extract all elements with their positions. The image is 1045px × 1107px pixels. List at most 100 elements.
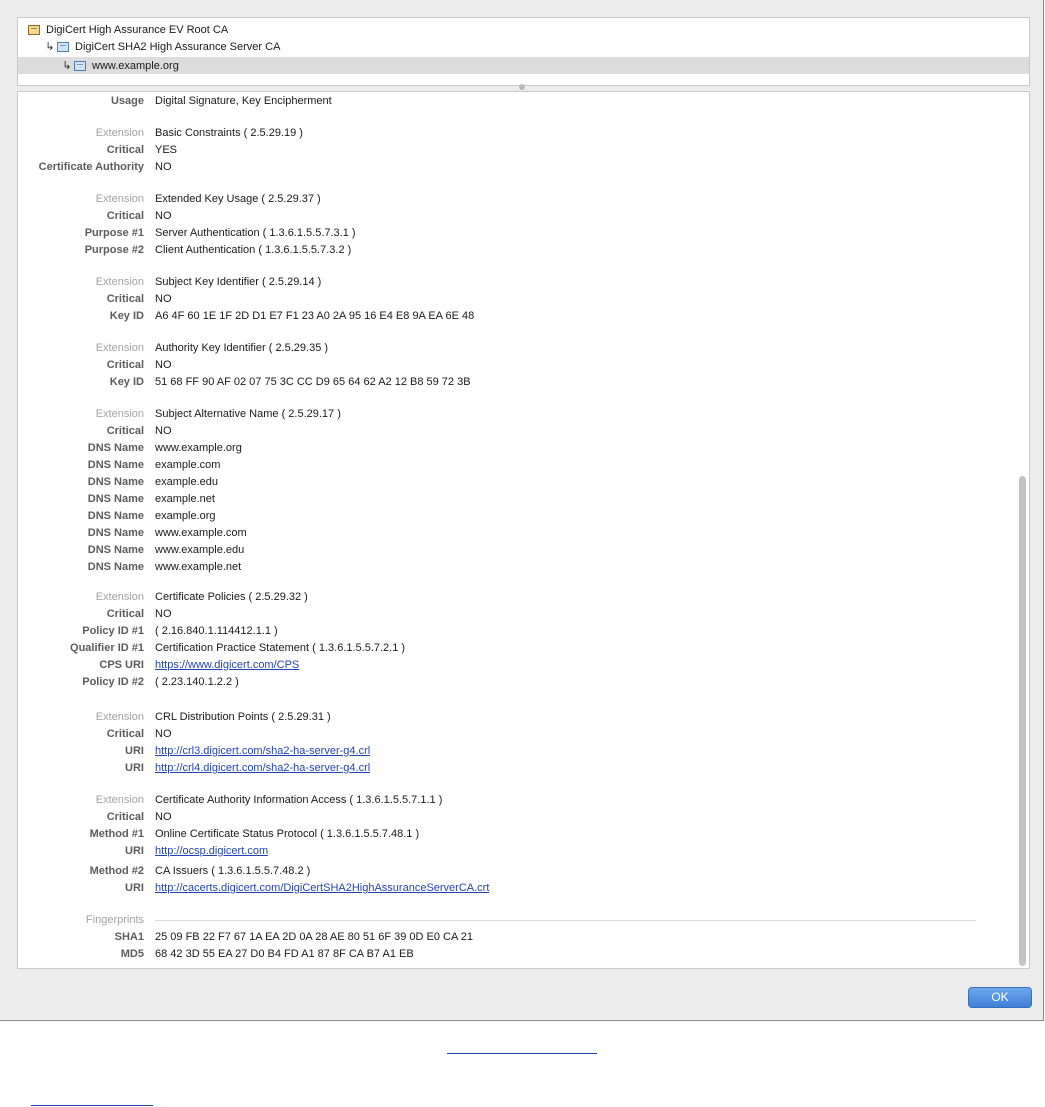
field-value: 25 09 FB 22 F7 67 1A EA 2D 0A 28 AE 80 5… xyxy=(155,931,473,943)
intermediate-cert-icon xyxy=(57,41,69,52)
field-value: A6 4F 60 1E 1F 2D D1 E7 F1 23 A0 2A 95 1… xyxy=(155,310,475,322)
detail-row: Critical NO xyxy=(18,726,998,742)
leaf-cert-icon xyxy=(74,60,86,71)
field-label: Extension xyxy=(95,711,144,723)
page-link-underline xyxy=(447,1053,597,1054)
field-value: NO xyxy=(155,811,172,823)
field-label: Critical xyxy=(106,728,144,740)
field-value: 68 42 3D 55 EA 27 D0 B4 FD A1 87 8F CA B… xyxy=(155,948,414,960)
field-label: Critical xyxy=(106,144,144,156)
field-label: Extension xyxy=(95,408,144,420)
tree-item[interactable]: ↳ DigiCert SHA2 High Assurance Server CA xyxy=(18,38,1029,55)
detail-row: Key ID A6 4F 60 1E 1F 2D D1 E7 F1 23 A0 2… xyxy=(18,308,998,324)
tree-item[interactable]: DigiCert High Assurance EV Root CA xyxy=(18,21,1029,38)
detail-row: Purpose #2 Client Authentication ( 1.3.6.… xyxy=(18,242,998,258)
detail-row: CPS URI https://www.digicert.com/CPS xyxy=(18,657,998,673)
field-value: NO xyxy=(155,293,172,305)
field-value: www.example.com xyxy=(155,527,247,539)
field-value: Certificate Authority Information Access… xyxy=(155,794,443,806)
field-label: Extension xyxy=(95,127,144,139)
detail-row: URI http://ocsp.digicert.com xyxy=(18,843,998,859)
detail-row: Extension Certificate Policies ( 2.5.29.3… xyxy=(18,589,998,605)
detail-row: Policy ID #1 ( 2.16.840.1.114412.1.1 ) xyxy=(18,623,998,639)
field-value: example.net xyxy=(155,493,215,505)
detail-row: DNS Name example.org xyxy=(18,508,998,524)
field-label: Critical xyxy=(106,210,144,222)
field-value: example.edu xyxy=(155,476,218,488)
detail-row: Critical NO xyxy=(18,423,998,439)
detail-row: Critical NO xyxy=(18,291,998,307)
tree-item-label: DigiCert High Assurance EV Root CA xyxy=(46,23,229,36)
detail-row: DNS Name www.example.com xyxy=(18,525,998,541)
ok-button[interactable]: OK xyxy=(968,987,1032,1008)
field-value: Client Authentication ( 1.3.6.1.5.5.7.3.… xyxy=(155,244,352,256)
field-value: CA Issuers ( 1.3.6.1.5.5.7.48.2 ) xyxy=(155,865,311,877)
detail-row: Extension Subject Alternative Name ( 2.5.… xyxy=(18,406,998,422)
field-value: NO xyxy=(155,161,172,173)
field-label: DNS Name xyxy=(87,544,144,556)
field-label: DNS Name xyxy=(87,476,144,488)
detail-row: Extension Extended Key Usage ( 2.5.29.37 … xyxy=(18,191,998,207)
field-label: Critical xyxy=(106,811,144,823)
detail-row: Critical NO xyxy=(18,357,998,373)
field-label: Method #1 xyxy=(89,828,144,840)
field-label: Critical xyxy=(106,293,144,305)
detail-row: DNS Name www.example.net xyxy=(18,559,998,575)
certificate-details-pane: Usage Digital Signature, Key Encipherment… xyxy=(17,91,1030,969)
fingerprints-divider xyxy=(155,920,976,921)
detail-row: Usage Digital Signature, Key Encipherment xyxy=(18,93,998,109)
detail-row: Critical YES xyxy=(18,142,998,158)
uri-link[interactable]: http://ocsp.digicert.com xyxy=(155,843,268,859)
field-label: DNS Name xyxy=(87,459,144,471)
field-value: Extended Key Usage ( 2.5.29.37 ) xyxy=(155,193,321,205)
field-label: Critical xyxy=(106,359,144,371)
detail-row: Extension Certificate Authority Informati… xyxy=(18,792,998,808)
tree-branch-icon: ↳ xyxy=(45,41,55,53)
detail-row: DNS Name example.net xyxy=(18,491,998,507)
field-label: Purpose #2 xyxy=(84,244,144,256)
detail-row: Qualifier ID #1 Certification Practice St… xyxy=(18,640,998,656)
field-value: YES xyxy=(155,144,178,156)
field-label: Certificate Authority xyxy=(38,161,144,173)
field-label: DNS Name xyxy=(87,493,144,505)
field-value: Digital Signature, Key Encipherment xyxy=(155,95,332,107)
field-label: Key ID xyxy=(109,310,144,322)
field-label: Critical xyxy=(106,425,144,437)
root-cert-icon xyxy=(28,24,40,35)
tree-item[interactable]: ↳ www.example.org xyxy=(18,57,1029,74)
field-value: example.com xyxy=(155,459,221,471)
field-label: URI xyxy=(125,745,144,757)
field-label: Purpose #1 xyxy=(84,227,144,239)
detail-row: Critical NO xyxy=(18,208,998,224)
field-label: MD5 xyxy=(120,948,144,960)
detail-row: Purpose #1 Server Authentication ( 1.3.6.… xyxy=(18,225,998,241)
detail-row: Extension CRL Distribution Points ( 2.5.2… xyxy=(18,709,998,725)
field-label: Extension xyxy=(95,342,144,354)
field-value: Subject Alternative Name ( 2.5.29.17 ) xyxy=(155,408,341,420)
field-label: CPS URI xyxy=(99,659,144,671)
detail-row: Policy ID #2 ( 2.23.140.1.2.2 ) xyxy=(18,674,998,690)
uri-link[interactable]: http://crl3.digicert.com/sha2-ha-server-… xyxy=(155,743,370,759)
field-value: CRL Distribution Points ( 2.5.29.31 ) xyxy=(155,711,331,723)
field-value: NO xyxy=(155,608,172,620)
uri-link[interactable]: http://cacerts.digicert.com/DigiCertSHA2… xyxy=(155,880,489,896)
field-label: DNS Name xyxy=(87,527,144,539)
field-value: Server Authentication ( 1.3.6.1.5.5.7.3.… xyxy=(155,227,356,239)
uri-link[interactable]: https://www.digicert.com/CPS xyxy=(155,657,299,673)
field-label: SHA1 xyxy=(114,931,144,943)
field-value: NO xyxy=(155,359,172,371)
page-link-underline xyxy=(31,1105,153,1106)
split-view-handle[interactable] xyxy=(519,84,525,90)
field-value: 51 68 FF 90 AF 02 07 75 3C CC D9 65 64 6… xyxy=(155,376,471,388)
tree-branch-icon: ↳ xyxy=(62,60,72,72)
field-value: ( 2.23.140.1.2.2 ) xyxy=(155,676,239,688)
tree-item-label: DigiCert SHA2 High Assurance Server CA xyxy=(75,40,281,53)
field-label: Critical xyxy=(106,608,144,620)
field-value: Basic Constraints ( 2.5.29.19 ) xyxy=(155,127,303,139)
details-scrollbar[interactable] xyxy=(1019,476,1026,966)
field-value: NO xyxy=(155,210,172,222)
detail-row: Critical NO xyxy=(18,606,998,622)
uri-link[interactable]: http://crl4.digicert.com/sha2-ha-server-… xyxy=(155,760,370,776)
detail-row: DNS Name www.example.edu xyxy=(18,542,998,558)
detail-row: URI http://crl4.digicert.com/sha2-ha-serv… xyxy=(18,760,998,776)
